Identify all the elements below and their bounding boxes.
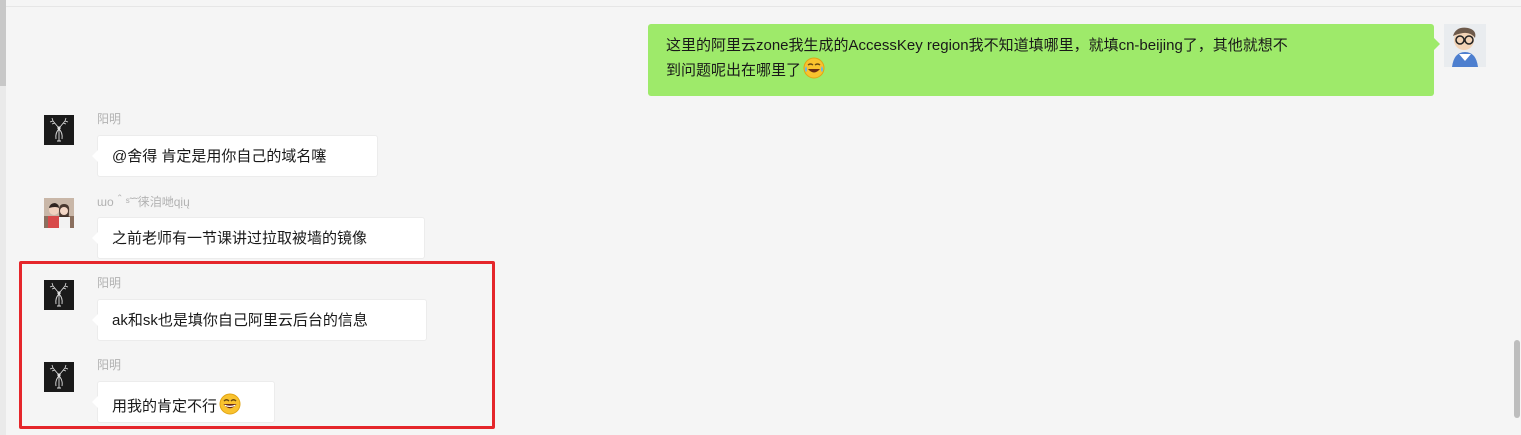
crying-laughing-emoji-icon [803,57,825,79]
chat-scrollbar-thumb[interactable] [1514,340,1520,418]
left-scroll-track [0,0,6,435]
cartoon-avatar[interactable] [1444,24,1486,67]
couple-avatar[interactable] [44,198,74,228]
message-bubble[interactable]: 之前老师有一节课讲过拉取被墙的镜像 [92,217,425,259]
left-scroll-thumb[interactable] [0,0,6,86]
message-text-line: 到问题呢出在哪里了 [666,57,1420,82]
message-bubble-self[interactable]: 这里的阿里云zone我生成的AccessKey region我不知道填哪里，就填… [648,24,1440,96]
sender-name: 阳明 [97,112,122,126]
highlight-annotation-box [19,261,495,429]
sender-name: ɯo＾ˢ˜˜徕洎哋qịų [97,195,190,209]
message-bubble[interactable]: @舍得 肯定是用你自己的域名噻 [92,135,378,177]
message-text-line: 这里的阿里云zone我生成的AccessKey region我不知道填哪里，就填… [666,37,1288,54]
top-divider [0,6,1521,7]
deer-avatar[interactable] [44,115,74,145]
